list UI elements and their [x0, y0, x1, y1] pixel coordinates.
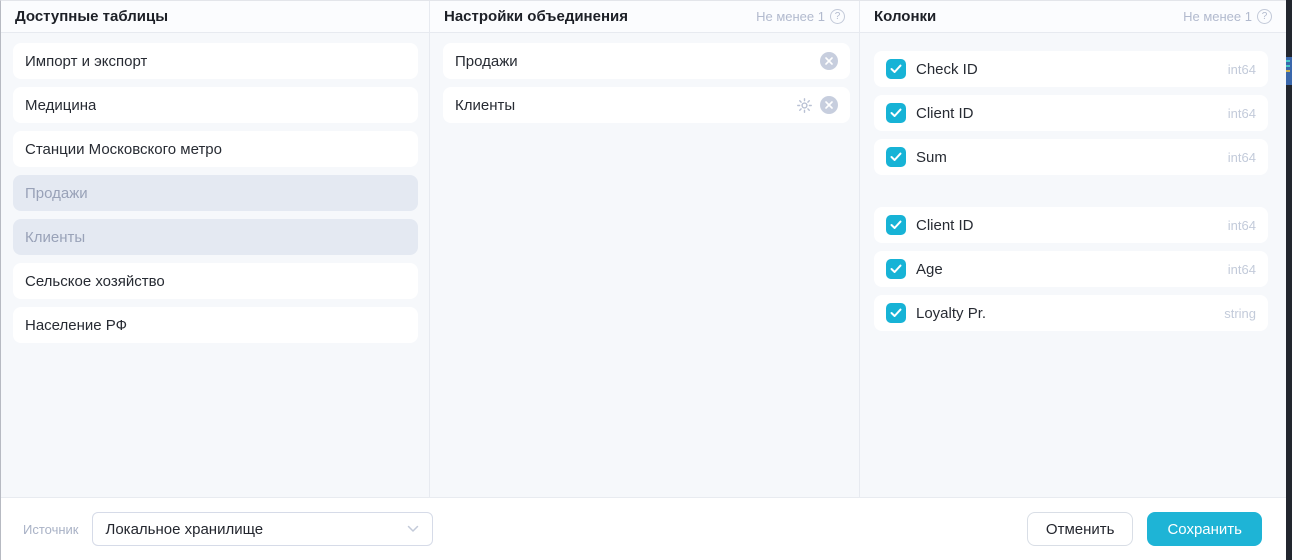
- column-field-row: Age int64: [874, 251, 1268, 287]
- column-field-row: Client ID int64: [874, 95, 1268, 131]
- column-group-gap: [874, 183, 1268, 207]
- table-item-label: Медицина: [25, 97, 96, 114]
- source-select[interactable]: Локальное хранилище: [92, 512, 433, 546]
- join-item-label: Продажи: [455, 53, 518, 70]
- join-item-actions: [796, 96, 838, 114]
- field-type-label: int64: [1228, 218, 1256, 233]
- cancel-button[interactable]: Отменить: [1027, 512, 1134, 546]
- table-item-label: Население РФ: [25, 317, 127, 334]
- field-checkbox[interactable]: [886, 103, 906, 123]
- columns-min-badge: Не менее 1 ?: [1183, 9, 1272, 24]
- field-label: Loyalty Pr.: [916, 305, 986, 322]
- remove-join-icon[interactable]: [820, 96, 838, 114]
- column-field-row: Client ID int64: [874, 207, 1268, 243]
- join-settings-title: Настройки объединения: [444, 8, 628, 25]
- chevron-down-icon: [407, 525, 419, 533]
- join-item: Клиенты: [443, 87, 850, 123]
- field-label: Client ID: [916, 217, 974, 234]
- table-item[interactable]: Станции Московского метро: [13, 131, 418, 167]
- field-checkbox[interactable]: [886, 259, 906, 279]
- panel-bodies: Импорт и экспорт Медицина Станции Московск…: [1, 33, 1286, 497]
- field-checkbox[interactable]: [886, 59, 906, 79]
- background-app-edge-mark: [1286, 65, 1290, 67]
- join-item: Продажи: [443, 43, 850, 79]
- available-tables-title: Доступные таблицы: [15, 8, 168, 25]
- source-label: Источник: [23, 522, 79, 537]
- columns-title: Колонки: [874, 8, 936, 25]
- join-item-label: Клиенты: [455, 97, 515, 114]
- join-settings-gear-icon[interactable]: [796, 97, 813, 114]
- join-list: Продажи Клиенты: [430, 33, 860, 497]
- field-type-label: int64: [1228, 262, 1256, 277]
- field-type-label: int64: [1228, 150, 1256, 165]
- column-field-row: Loyalty Pr. string: [874, 295, 1268, 331]
- join-item-actions: [820, 52, 838, 70]
- field-label: Age: [916, 261, 943, 278]
- table-item-label: Продажи: [25, 185, 88, 202]
- remove-join-icon[interactable]: [820, 52, 838, 70]
- join-settings-dialog: Доступные таблицы Настройки объединения …: [0, 0, 1292, 560]
- column-field-row: Check ID int64: [874, 51, 1268, 87]
- header-join-settings: Настройки объединения Не менее 1 ?: [430, 1, 860, 32]
- join-min-badge-label: Не менее 1: [756, 9, 825, 24]
- field-label: Sum: [916, 149, 947, 166]
- background-app-edge-mark: [1286, 60, 1290, 62]
- table-item[interactable]: Импорт и экспорт: [13, 43, 418, 79]
- table-item-label: Клиенты: [25, 229, 85, 246]
- dialog-footer: Источник Локальное хранилище Отменить Со…: [1, 497, 1286, 560]
- field-checkbox[interactable]: [886, 303, 906, 323]
- field-type-label: int64: [1228, 106, 1256, 121]
- table-item[interactable]: Медицина: [13, 87, 418, 123]
- field-type-label: string: [1224, 306, 1256, 321]
- background-app-edge-mark: [1286, 70, 1290, 72]
- field-checkbox[interactable]: [886, 147, 906, 167]
- columns-list: Check IDint64Client IDint64Sumint64Clien…: [860, 33, 1286, 497]
- background-app-edge: [1286, 0, 1292, 560]
- field-type-label: int64: [1228, 62, 1256, 77]
- field-checkbox[interactable]: [886, 215, 906, 235]
- table-item: Продажи: [13, 175, 418, 211]
- help-icon[interactable]: ?: [1257, 9, 1272, 24]
- dialog-panel: Доступные таблицы Настройки объединения …: [0, 0, 1286, 560]
- field-label: Check ID: [916, 61, 978, 78]
- available-tables-list: Импорт и экспорт Медицина Станции Московск…: [1, 33, 430, 497]
- save-button[interactable]: Сохранить: [1147, 512, 1262, 546]
- column-field-row: Sum int64: [874, 139, 1268, 175]
- panel-headers: Доступные таблицы Настройки объединения …: [1, 1, 1286, 33]
- field-label: Client ID: [916, 105, 974, 122]
- help-icon[interactable]: ?: [830, 9, 845, 24]
- join-min-badge: Не менее 1 ?: [756, 9, 845, 24]
- columns-min-badge-label: Не менее 1: [1183, 9, 1252, 24]
- header-columns: Колонки Не менее 1 ?: [860, 1, 1286, 32]
- table-item-label: Станции Московского метро: [25, 141, 222, 158]
- table-item[interactable]: Население РФ: [13, 307, 418, 343]
- header-available-tables: Доступные таблицы: [1, 1, 430, 32]
- table-item-label: Сельское хозяйство: [25, 273, 165, 290]
- source-select-value: Локальное хранилище: [106, 521, 264, 538]
- table-item-label: Импорт и экспорт: [25, 53, 147, 70]
- table-item[interactable]: Сельское хозяйство: [13, 263, 418, 299]
- table-item: Клиенты: [13, 219, 418, 255]
